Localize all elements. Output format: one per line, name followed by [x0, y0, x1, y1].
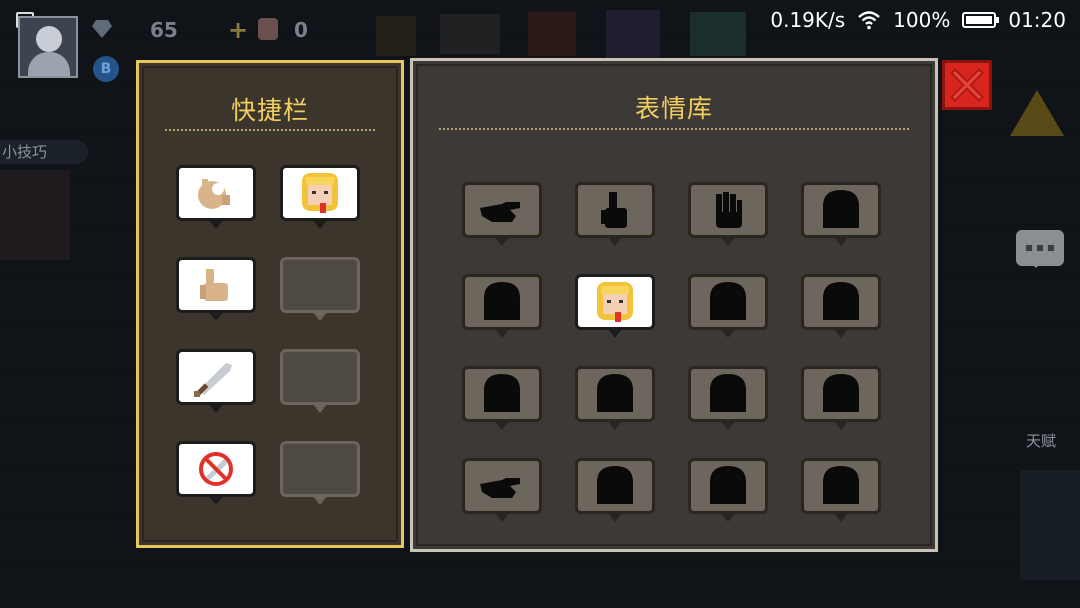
gem-count: 65	[150, 18, 178, 42]
battery-fill	[966, 16, 993, 24]
quickbar-slot[interactable]	[280, 165, 360, 229]
clock: 01:20	[1008, 8, 1066, 32]
thumbs-up-hand-icon	[200, 269, 228, 301]
emote-slot[interactable]	[688, 366, 768, 430]
pointing-hand-silhouette-icon	[480, 202, 520, 222]
head-silhouette-icon	[484, 282, 520, 320]
network-speed: 0.19K/s	[770, 8, 846, 32]
quickbar-slot[interactable]	[176, 349, 256, 413]
speech-bubble	[280, 441, 360, 497]
head-silhouette-icon	[823, 466, 859, 504]
head-silhouette-icon	[823, 282, 859, 320]
emote-slot[interactable]	[575, 366, 655, 430]
quickbar-title: 快捷栏	[230, 96, 309, 125]
quickbar-slot[interactable]	[280, 349, 360, 413]
bubble-tail	[312, 311, 328, 321]
head-silhouette-icon	[710, 282, 746, 320]
quickbar-slot[interactable]	[176, 165, 256, 229]
speech-bubble	[280, 257, 360, 313]
close-button[interactable]	[942, 60, 992, 110]
thumbs-up-silhouette-icon	[601, 192, 627, 228]
library-divider	[439, 128, 909, 130]
open-hand-silhouette-icon	[716, 192, 742, 228]
potion-icon	[258, 18, 278, 40]
quickbar-panel: 快捷栏	[136, 60, 404, 548]
emote-slot[interactable]	[688, 458, 768, 522]
speech-bubble	[280, 349, 360, 405]
talent-label[interactable]: 天赋	[1026, 430, 1056, 451]
library-title: 表情库	[634, 94, 713, 123]
no-sword-icon	[199, 452, 233, 486]
emote-slot[interactable]	[462, 366, 542, 430]
emote-slot[interactable]	[801, 366, 881, 430]
add-button[interactable]: +	[228, 16, 248, 44]
blonde-girl-icon	[597, 282, 633, 322]
emote-slot[interactable]	[575, 458, 655, 522]
head-silhouette-icon	[597, 374, 633, 412]
quickbar-divider	[165, 129, 375, 131]
chat-icon[interactable]	[1016, 230, 1064, 268]
emote-slot[interactable]	[801, 182, 881, 246]
ok-hand-icon	[198, 179, 230, 209]
head-silhouette-icon	[484, 374, 520, 412]
tips-button[interactable]: 小技巧	[0, 140, 88, 164]
pointing-hand-silhouette-icon	[480, 478, 520, 498]
emote-slot[interactable]	[688, 274, 768, 338]
close-icon	[950, 68, 984, 102]
head-silhouette-icon	[710, 466, 746, 504]
emote-slot[interactable]	[575, 182, 655, 246]
emote-slot[interactable]	[462, 182, 542, 246]
emote-slot[interactable]	[801, 274, 881, 338]
head-silhouette-icon	[710, 374, 746, 412]
player-avatar[interactable]	[18, 16, 78, 78]
emote-library-panel: 表情库	[410, 58, 938, 552]
quickbar-slot[interactable]	[280, 257, 360, 321]
emote-slot[interactable]	[688, 182, 768, 246]
head-silhouette-icon	[823, 190, 859, 228]
quickbar-slot[interactable]	[280, 441, 360, 505]
blonde-girl-icon	[302, 173, 338, 213]
coin-icon: B	[93, 56, 119, 82]
bubble-tail	[312, 403, 328, 413]
quickbar-slot[interactable]	[176, 257, 256, 321]
potion-count: 0	[294, 18, 308, 42]
battery-percent: 100%	[893, 8, 951, 32]
bubble-tail	[312, 495, 328, 505]
emote-slot[interactable]	[575, 274, 655, 338]
emote-slot[interactable]	[801, 458, 881, 522]
emote-slot[interactable]	[462, 458, 542, 522]
wifi-icon	[858, 11, 880, 30]
head-silhouette-icon	[823, 374, 859, 412]
emote-slot[interactable]	[462, 274, 542, 338]
sword-icon	[194, 363, 232, 397]
quickbar-slot[interactable]	[176, 441, 256, 505]
head-silhouette-icon	[597, 466, 633, 504]
battery-icon	[962, 12, 1000, 28]
